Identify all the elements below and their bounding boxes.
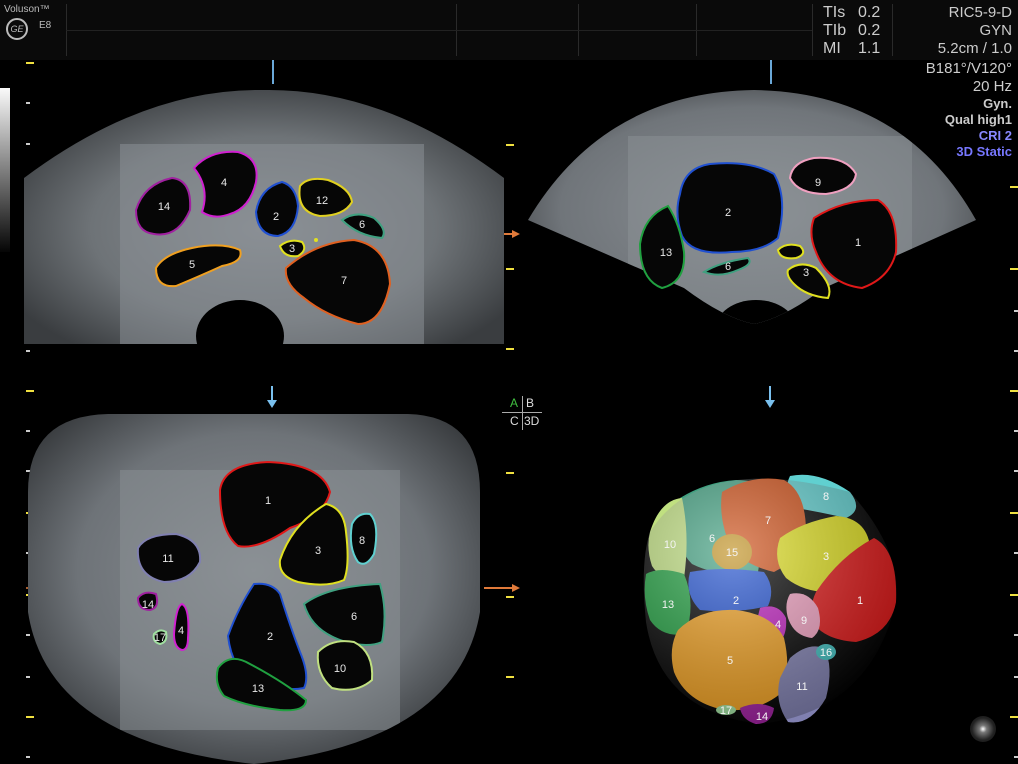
volume-label-6: 6 xyxy=(709,533,715,545)
volume-label-7: 7 xyxy=(765,515,771,527)
volume-label-11: 11 xyxy=(796,681,807,693)
probe-name: RIC5-9-D xyxy=(948,4,1012,21)
panel-a-label-14: 14 xyxy=(158,201,170,213)
depth-value: 5.2cm / 1.0 xyxy=(937,40,1012,57)
mi-label: MI xyxy=(823,40,841,57)
panel-a-label-7: 7 xyxy=(341,275,347,287)
volume-label-3: 3 xyxy=(823,551,829,563)
panel-a-label-3: 3 xyxy=(289,243,295,255)
grayscale-bar xyxy=(0,88,10,252)
angle-value: B181°/V120° xyxy=(925,60,1012,77)
trackball-indicator-icon[interactable] xyxy=(970,716,996,742)
volume-label-17: 17 xyxy=(720,705,732,717)
plane-a-top-marker xyxy=(272,60,274,84)
quadrant-c[interactable]: C xyxy=(510,414,519,428)
panel-b-label-6: 6 xyxy=(725,261,731,273)
brand-name: Voluson™ xyxy=(4,4,50,15)
tib-label: TIb xyxy=(823,22,847,39)
panel-c-label-11: 11 xyxy=(162,553,173,565)
panel-a-label-4: 4 xyxy=(221,177,227,189)
volume-label-13: 13 xyxy=(662,599,674,611)
mi-value: 1.1 xyxy=(858,40,881,57)
volume-label-10: 10 xyxy=(664,539,676,551)
panel-a-label-2: 2 xyxy=(273,211,279,223)
volume-label-5: 5 xyxy=(727,655,733,667)
model-name: E8 xyxy=(39,20,52,31)
panel-b-label-2: 2 xyxy=(725,207,731,219)
quadrant-a[interactable]: A xyxy=(510,396,518,410)
panel-c-label-10: 10 xyxy=(334,663,346,675)
panel-b-label-3: 3 xyxy=(803,267,809,279)
cri-value: CRI 2 xyxy=(978,128,1012,143)
volume-render[interactable]: 8 7 10 6 15 3 13 2 1 4 9 5 16 11 17 14 xyxy=(640,462,900,726)
volume-label-2: 2 xyxy=(733,595,739,607)
volume-label-15: 15 xyxy=(726,547,738,559)
mode-value: Gyn. xyxy=(983,96,1012,111)
panel-c-label-2: 2 xyxy=(267,631,273,643)
panel-c-label-1: 1 xyxy=(265,495,271,507)
panel-a-image[interactable]: 14 4 2 12 6 3 5 7 xyxy=(24,88,504,344)
volume-side-marker xyxy=(484,584,520,592)
panel-b-image[interactable]: 9 2 1 13 6 3 xyxy=(524,88,980,332)
volume-label-14: 14 xyxy=(756,711,768,723)
ge-logo-icon: GE xyxy=(6,18,28,40)
panel-c-label-13: 13 xyxy=(252,683,264,695)
panel-c-image[interactable]: 1 3 8 11 14 17 4 2 6 10 13 xyxy=(28,412,480,764)
plane-c-top-marker xyxy=(267,386,277,408)
panel-a-label-12: 12 xyxy=(316,195,328,207)
panel-b-label-9: 9 xyxy=(815,177,821,189)
quadrant-3d[interactable]: 3D xyxy=(524,414,539,428)
volume-label-9: 9 xyxy=(801,615,807,627)
panel-c-label-14: 14 xyxy=(142,599,154,611)
quadrant-selector[interactable]: A B C 3D xyxy=(502,396,542,430)
volume-label-1: 1 xyxy=(857,595,863,607)
tis-label: TIs xyxy=(823,4,846,21)
panel-c-label-4: 4 xyxy=(178,625,184,637)
volume-label-8: 8 xyxy=(823,491,829,503)
panel-c-label-17: 17 xyxy=(154,632,166,644)
panel-b-label-13: 13 xyxy=(660,247,672,259)
top-info-bar: Voluson™ GE E8 TIs 0.2 TIb 0.2 MI 1.1 RI… xyxy=(0,0,1018,60)
plane-b-top-marker xyxy=(770,60,772,84)
tis-value: 0.2 xyxy=(858,4,881,21)
tib-value: 0.2 xyxy=(858,22,881,39)
volume-top-marker xyxy=(765,386,775,408)
volume-label-4: 4 xyxy=(775,619,781,631)
panel-c-label-3: 3 xyxy=(315,545,321,557)
panel-b-label-1: 1 xyxy=(855,237,861,249)
panel-c-label-8: 8 xyxy=(359,535,365,547)
panel-a-label-6: 6 xyxy=(359,219,365,231)
panel-a-label-5: 5 xyxy=(189,259,195,271)
volume-label-16: 16 xyxy=(820,647,832,659)
quadrant-b[interactable]: B xyxy=(526,396,534,410)
preset-name: GYN xyxy=(979,22,1012,39)
panel-c-label-6: 6 xyxy=(351,611,357,623)
